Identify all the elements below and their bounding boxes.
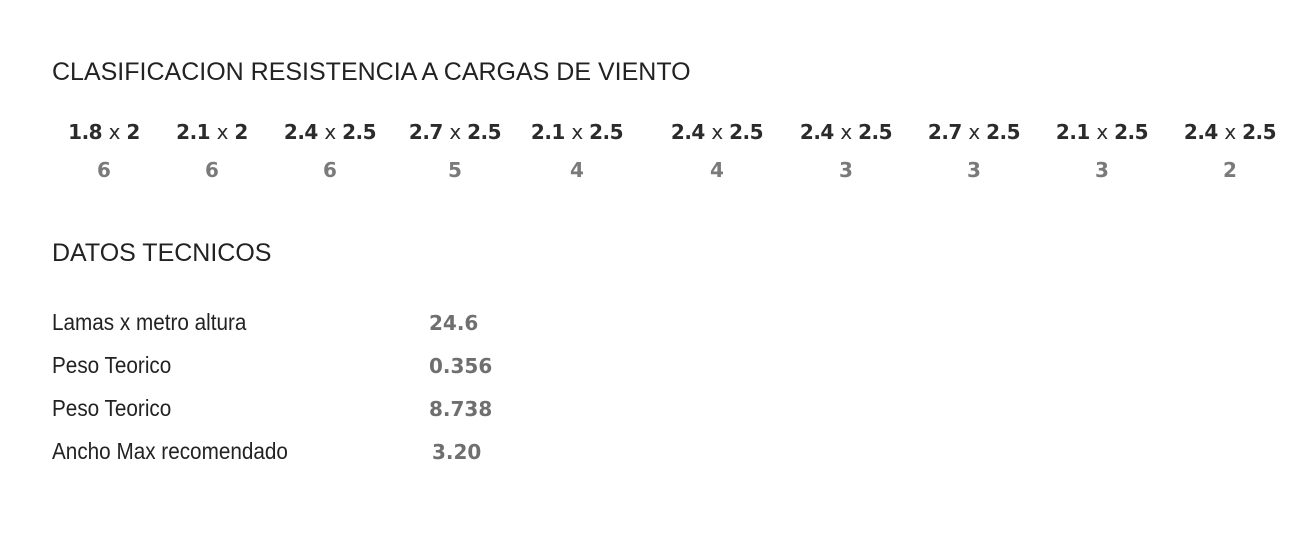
wind-column: 2.1 x 2.5 4 — [517, 120, 637, 182]
size-label: 2.4 x 2.5 — [1183, 120, 1277, 144]
wind-column: 2.4 x 2.5 2 — [1170, 120, 1290, 182]
class-value: 3 — [839, 158, 853, 182]
wind-load-heading: CLASIFICACION RESISTENCIA A CARGAS DE VI… — [52, 58, 691, 86]
spec-label: Peso Teorico — [52, 352, 172, 378]
class-value: 4 — [570, 158, 584, 182]
size-label: 2.1 x 2.5 — [1055, 120, 1149, 144]
wind-column: 2.4 x 2.5 3 — [786, 120, 906, 182]
size-label: 2.4 x 2.5 — [799, 120, 893, 144]
spec-value: 0.356 — [429, 354, 493, 378]
size-label: 1.8 x 2 — [68, 120, 140, 144]
class-value: 6 — [205, 158, 219, 182]
class-value: 2 — [1223, 158, 1237, 182]
class-value: 5 — [448, 158, 462, 182]
spec-row: Peso Teorico 8.738 — [52, 395, 652, 425]
technical-data-heading: DATOS TECNICOS — [52, 239, 272, 267]
wind-column: 2.4 x 2.5 4 — [657, 120, 777, 182]
size-label: 2.1 x 2.5 — [530, 120, 624, 144]
size-label: 2.4 x 2.5 — [283, 120, 377, 144]
class-value: 4 — [710, 158, 724, 182]
wind-column: 2.1 x 2.5 3 — [1042, 120, 1162, 182]
wind-column: 1.8 x 2 6 — [44, 120, 164, 182]
wind-column: 2.4 x 2.5 6 — [270, 120, 390, 182]
class-value: 6 — [97, 158, 111, 182]
wind-column: 2.1 x 2 6 — [152, 120, 272, 182]
spec-value: 8.738 — [429, 397, 493, 421]
spec-row: Peso Teorico 0.356 — [52, 352, 652, 382]
spec-value: 3.20 — [432, 440, 482, 464]
class-value: 3 — [1095, 158, 1109, 182]
size-label: 2.1 x 2 — [176, 120, 248, 144]
spec-label: Peso Teorico — [52, 395, 172, 421]
spec-label: Ancho Max recomendado — [52, 438, 288, 464]
wind-column: 2.7 x 2.5 5 — [395, 120, 515, 182]
spec-value: 24.6 — [429, 311, 479, 335]
class-value: 6 — [323, 158, 337, 182]
size-label: 2.7 x 2.5 — [408, 120, 502, 144]
class-value: 3 — [967, 158, 981, 182]
spec-row: Ancho Max recomendado 3.20 — [52, 438, 652, 468]
spec-label: Lamas x metro altura — [52, 309, 247, 335]
spec-row: Lamas x metro altura 24.6 — [52, 309, 652, 339]
size-label: 2.4 x 2.5 — [670, 120, 764, 144]
wind-column: 2.7 x 2.5 3 — [914, 120, 1034, 182]
size-label: 2.7 x 2.5 — [927, 120, 1021, 144]
